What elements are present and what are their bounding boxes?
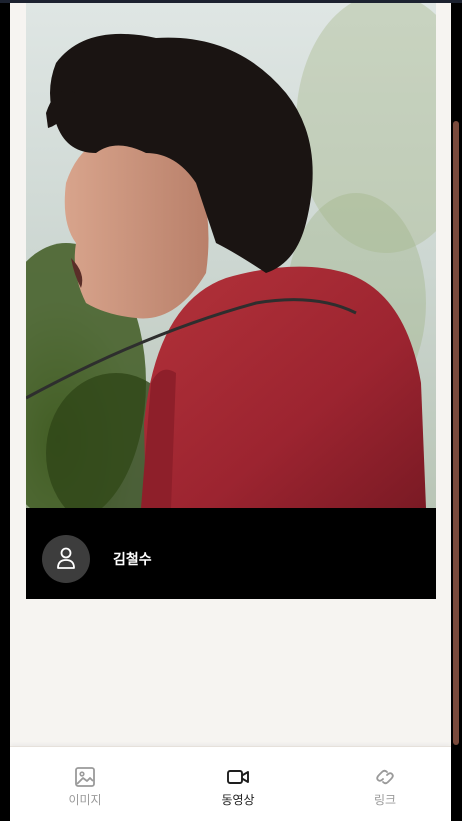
video-camera-icon <box>227 770 249 784</box>
scrollbar-thumb[interactable] <box>453 121 459 745</box>
author-bar: 김철수 <box>26 508 436 599</box>
tab-links[interactable]: 링크 <box>340 761 430 813</box>
image-icon <box>75 767 95 787</box>
link-icon <box>376 769 394 785</box>
tab-images[interactable]: 이미지 <box>40 761 130 813</box>
video-post-card[interactable]: 김철수 <box>26 3 436 599</box>
app-screen: 김철수 이미지 동영상 링크 <box>10 3 451 821</box>
video-frame-image <box>26 3 436 508</box>
tab-links-label: 링크 <box>373 793 397 807</box>
scrollbar[interactable] <box>451 3 462 821</box>
video-player[interactable] <box>26 3 436 508</box>
author-name[interactable]: 김철수 <box>113 552 152 568</box>
tab-videos-label: 동영상 <box>221 793 255 807</box>
tab-images-label: 이미지 <box>68 793 102 807</box>
tab-videos[interactable]: 동영상 <box>193 761 283 813</box>
user-icon <box>57 547 75 569</box>
avatar[interactable] <box>42 535 90 583</box>
bottom-navigation: 이미지 동영상 링크 <box>10 746 451 821</box>
